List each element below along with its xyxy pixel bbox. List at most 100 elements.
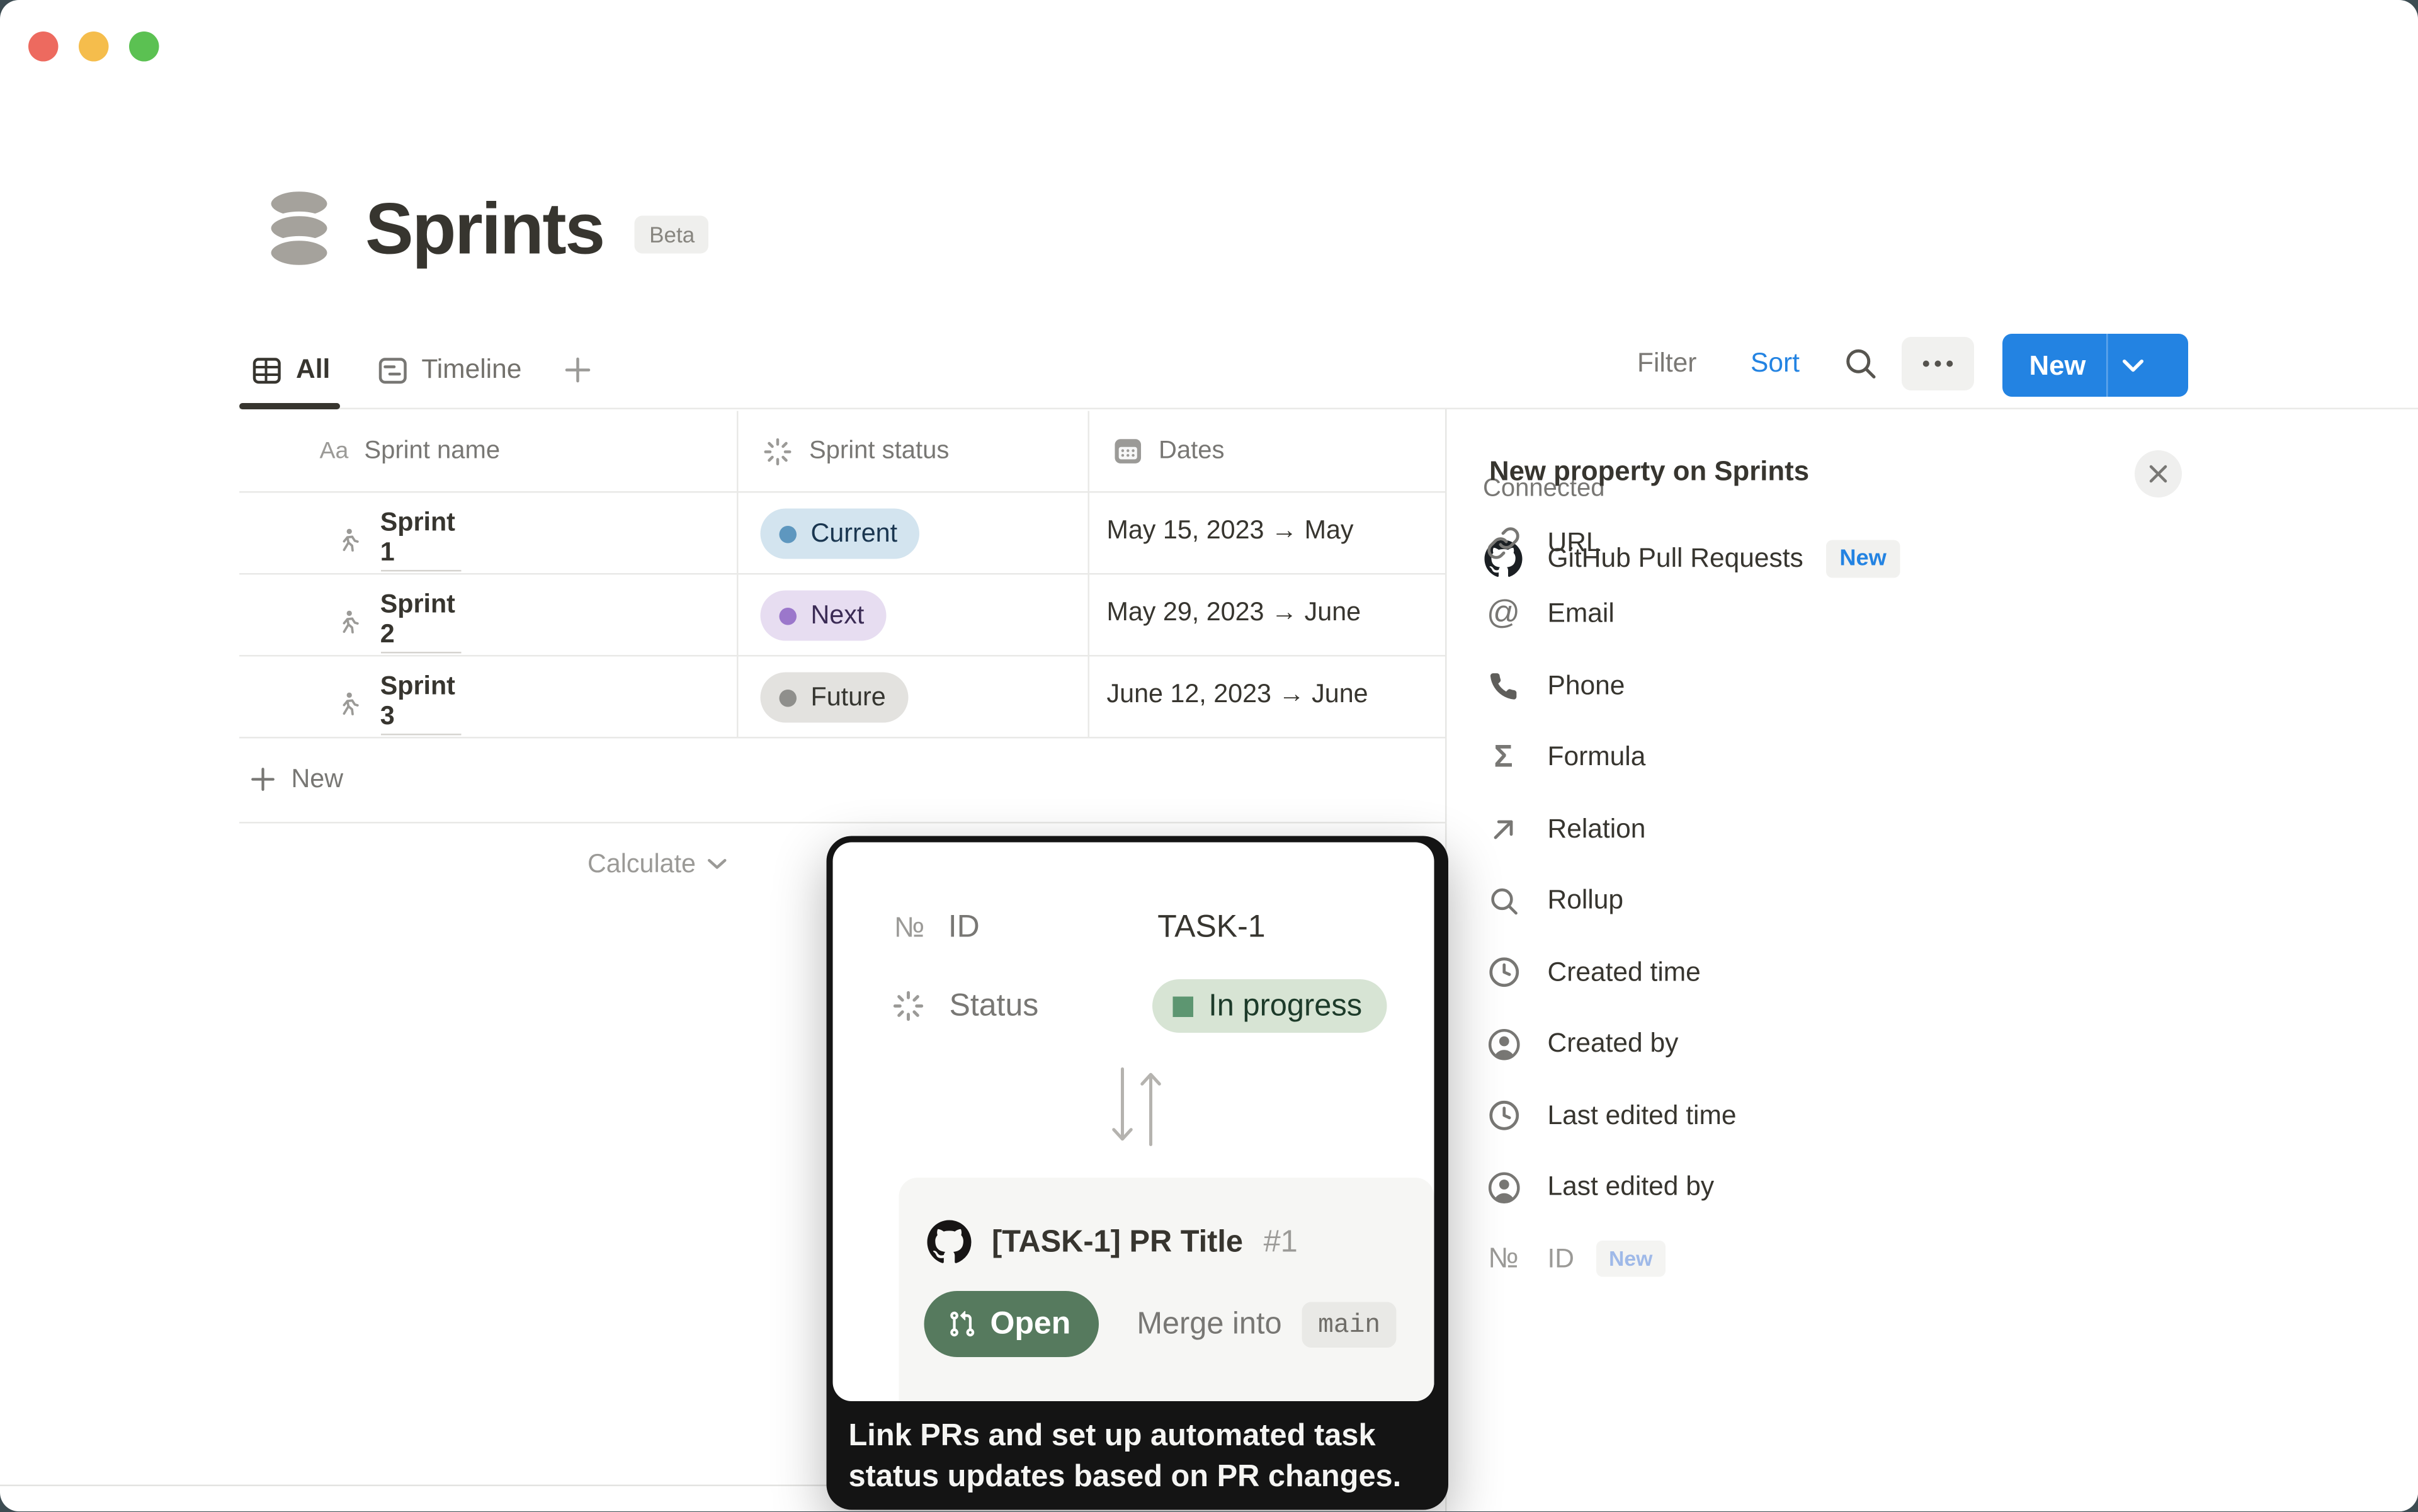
ellipsis-icon	[1921, 358, 1955, 370]
property-type-label: Created time	[1548, 957, 1701, 988]
close-icon	[2147, 463, 2169, 485]
dates-cell[interactable]: May 15, 2023 → May	[1107, 516, 1443, 547]
column-divider	[1088, 411, 1090, 739]
branch-chip: main	[1302, 1301, 1396, 1347]
tab-all[interactable]: All	[239, 334, 343, 406]
property-type-id[interactable]: № ID New	[1447, 1224, 2418, 1295]
sprint-page-link[interactable]: Sprint 1	[380, 509, 461, 572]
timeline-view-icon	[377, 355, 407, 385]
sigma-icon: Σ	[1483, 739, 1524, 776]
status-pill[interactable]: Next	[761, 591, 887, 641]
property-type-email[interactable]: @ Email	[1447, 579, 2418, 651]
property-type-label: Email	[1548, 599, 1615, 630]
calendar-icon	[1113, 436, 1144, 467]
app-window: Sprints Beta All Timeline	[0, 0, 2418, 1512]
property-type-last-edited-time[interactable]: Last edited time	[1447, 1080, 2418, 1152]
property-type-relation[interactable]: Relation	[1447, 793, 2418, 865]
pr-number: #1	[1264, 1224, 1298, 1261]
property-type-url[interactable]: URL	[1447, 507, 2418, 579]
property-type-label: URL	[1548, 527, 1601, 559]
sort-button[interactable]: Sort	[1751, 348, 1800, 380]
person-icon	[1487, 1171, 1520, 1204]
property-type-rollup[interactable]: Rollup	[1447, 865, 2418, 937]
pr-state-label: Open	[990, 1306, 1071, 1343]
sync-arrows-icon	[1110, 1066, 1164, 1148]
sprint-name-cell[interactable]: Sprint 3	[334, 673, 461, 736]
github-icon	[928, 1220, 972, 1265]
calculate-label: Calculate	[587, 850, 696, 880]
sprint-name-cell[interactable]: Sprint 2	[334, 591, 461, 654]
column-header-label: Sprint name	[364, 437, 500, 465]
sprint-status-cell[interactable]: Next	[761, 591, 887, 641]
row-divider	[239, 573, 1445, 575]
github-integration-tooltip: № ID TASK-1 Status	[827, 836, 1449, 1510]
tooltip-task-card: № ID TASK-1 Status	[833, 843, 1434, 1402]
add-view-button[interactable]	[562, 355, 594, 386]
pr-title: [TASK-1] PR Title	[992, 1224, 1243, 1261]
person-icon	[1487, 1028, 1520, 1061]
active-tab-underline	[239, 403, 340, 409]
window-controls	[28, 31, 159, 62]
zoom-window-button[interactable]	[129, 31, 159, 62]
property-type-created-by[interactable]: Created by	[1447, 1008, 2418, 1080]
column-header-dates[interactable]: Dates	[1113, 411, 1225, 492]
view-toolbar: Filter Sort New	[1621, 334, 2418, 403]
new-feature-badge: New	[1596, 1241, 1665, 1278]
status-pill-label: In progress	[1208, 988, 1362, 1025]
tab-all-label: All	[296, 355, 330, 386]
new-record-dropdown[interactable]	[2108, 358, 2158, 373]
chevron-down-icon	[2122, 358, 2144, 373]
link-icon	[1486, 525, 1521, 560]
panel-title: New property on Sprints	[1489, 455, 1809, 489]
status-pill-label: Current	[811, 519, 898, 549]
sprint-page-link[interactable]: Sprint 3	[380, 673, 461, 736]
sprint-status-cell[interactable]: Current	[761, 509, 920, 559]
numero-icon: №	[894, 911, 924, 944]
sprint-name-cell[interactable]: Sprint 1	[334, 509, 461, 572]
column-header-sprint-name[interactable]: Aa Sprint name	[320, 411, 501, 492]
new-record-button-label: New	[2002, 349, 2106, 382]
clock-icon	[1487, 1100, 1520, 1133]
search-button[interactable]	[1842, 345, 1880, 383]
calculate-button[interactable]: Calculate	[378, 830, 727, 899]
property-type-phone[interactable]: Phone	[1447, 651, 2418, 722]
more-options-button[interactable]	[1902, 337, 1974, 390]
task-status-label: Status	[950, 988, 1039, 1025]
property-type-list: URL @ Email Phone Σ Formula	[1447, 507, 2418, 1295]
status-dot	[780, 607, 797, 625]
column-header-sprint-status[interactable]: Sprint status	[762, 411, 949, 492]
status-pill[interactable]: Future	[761, 673, 908, 723]
row-divider	[239, 822, 1445, 824]
property-type-formula[interactable]: Σ Formula	[1447, 722, 2418, 793]
property-type-label: Formula	[1548, 742, 1646, 773]
column-header-label: Sprint status	[809, 437, 949, 465]
sprint-page-link[interactable]: Sprint 2	[380, 591, 461, 654]
merge-into-label: Merge into	[1137, 1306, 1281, 1343]
dates-cell[interactable]: June 12, 2023 → June	[1107, 680, 1443, 710]
filter-button[interactable]: Filter	[1637, 348, 1696, 380]
task-status-field: Status In progress	[891, 979, 1387, 1033]
minimize-window-button[interactable]	[79, 31, 109, 62]
runner-icon	[334, 687, 361, 720]
status-dot	[780, 689, 797, 707]
sprint-status-cell[interactable]: Future	[761, 673, 908, 723]
status-pill[interactable]: Current	[761, 509, 920, 559]
close-window-button[interactable]	[28, 31, 59, 62]
status-burst-icon	[762, 435, 793, 467]
text-aa-icon: Aa	[320, 438, 349, 465]
new-record-button[interactable]: New	[2002, 334, 2188, 397]
task-id-value: TASK-1	[1157, 909, 1265, 946]
column-header-label: Dates	[1159, 437, 1224, 465]
property-type-created-time[interactable]: Created time	[1447, 937, 2418, 1009]
task-id-field: № ID TASK-1	[894, 906, 1266, 950]
panel-close-button[interactable]	[2135, 450, 2182, 497]
add-row-button[interactable]: New	[249, 737, 343, 822]
property-type-last-edited-by[interactable]: Last edited by	[1447, 1152, 2418, 1224]
pr-title-row: [TASK-1] PR Title #1	[928, 1220, 1298, 1265]
property-type-label: Relation	[1548, 814, 1646, 845]
status-pill-label: Future	[811, 683, 886, 713]
row-divider	[239, 491, 1445, 493]
runner-icon	[334, 605, 361, 639]
dates-cell[interactable]: May 29, 2023 → June	[1107, 598, 1443, 628]
tab-timeline[interactable]: Timeline	[365, 334, 534, 406]
